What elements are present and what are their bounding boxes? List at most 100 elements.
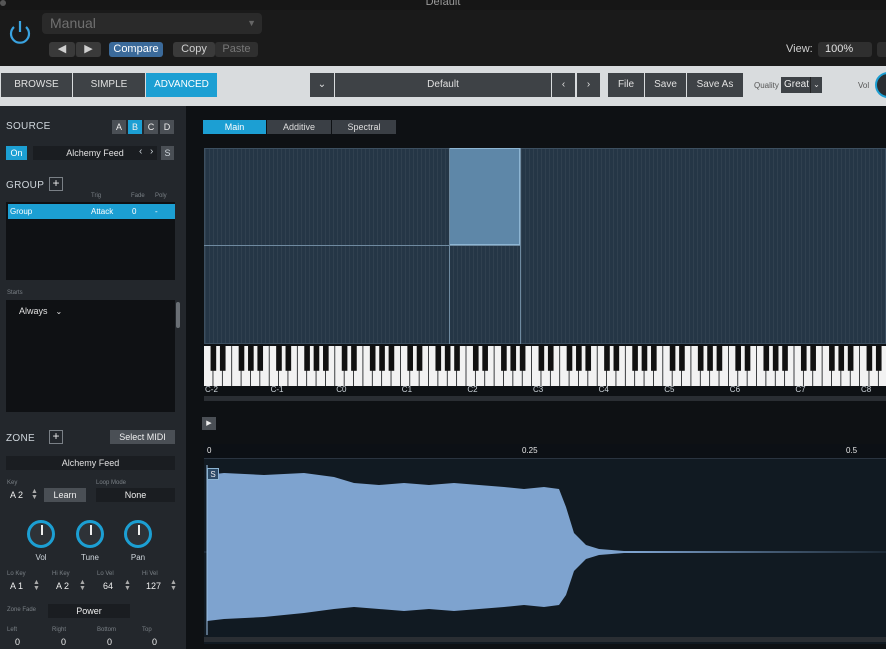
preset-menu-button[interactable]: ⌄ bbox=[310, 73, 334, 97]
black-key[interactable] bbox=[257, 346, 264, 371]
black-key[interactable] bbox=[651, 346, 657, 371]
black-key[interactable] bbox=[519, 346, 526, 371]
vol-knob[interactable] bbox=[27, 520, 55, 548]
source-slot-d[interactable]: D bbox=[160, 120, 174, 134]
key-field[interactable]: A 2 bbox=[10, 488, 23, 502]
add-zone-button[interactable]: + bbox=[49, 430, 63, 444]
left-field[interactable]: 0 bbox=[15, 635, 20, 649]
top-field[interactable]: 0 bbox=[152, 635, 157, 649]
black-key[interactable] bbox=[248, 346, 254, 371]
lo-vel-field[interactable]: 64 bbox=[103, 579, 113, 593]
black-key[interactable] bbox=[875, 346, 882, 371]
black-key[interactable] bbox=[800, 346, 807, 371]
black-key[interactable] bbox=[641, 346, 648, 371]
loop-mode-select[interactable]: None bbox=[96, 488, 175, 502]
preset-name-display[interactable]: Default bbox=[335, 73, 551, 97]
source-slot-a[interactable]: A bbox=[112, 120, 126, 134]
tab-additive[interactable]: Additive bbox=[267, 120, 331, 134]
browse-button[interactable]: BROWSE bbox=[1, 73, 72, 97]
source-s-button[interactable]: S bbox=[161, 146, 174, 160]
black-key[interactable] bbox=[416, 346, 423, 371]
black-key[interactable] bbox=[379, 346, 385, 371]
black-key[interactable] bbox=[210, 346, 217, 371]
tune-knob[interactable] bbox=[76, 520, 104, 548]
pan-knob[interactable] bbox=[124, 520, 152, 548]
source-slot-c[interactable]: C bbox=[144, 120, 158, 134]
compare-button[interactable]: Compare bbox=[109, 42, 163, 57]
hi-key-field[interactable]: A 2 bbox=[56, 579, 69, 593]
black-key[interactable] bbox=[341, 346, 348, 371]
add-group-button[interactable]: + bbox=[49, 177, 63, 191]
keyboard-scrollbar[interactable] bbox=[204, 396, 886, 401]
black-key[interactable] bbox=[744, 346, 751, 371]
zone-map[interactable] bbox=[204, 148, 886, 344]
black-key[interactable] bbox=[576, 346, 582, 371]
simple-button[interactable]: SIMPLE bbox=[73, 73, 145, 97]
waveform-scrollbar[interactable] bbox=[204, 637, 886, 642]
black-key[interactable] bbox=[679, 346, 685, 371]
black-key[interactable] bbox=[313, 346, 320, 371]
source-on-toggle[interactable]: On bbox=[6, 146, 27, 160]
stepper-icon[interactable]: ▲ ▼ bbox=[170, 579, 177, 592]
black-key[interactable] bbox=[482, 346, 488, 371]
prev-button[interactable]: ‹ bbox=[552, 73, 575, 97]
black-key[interactable] bbox=[510, 346, 517, 371]
black-key[interactable] bbox=[388, 346, 395, 371]
stepper-icon[interactable]: ▲ ▼ bbox=[33, 579, 40, 592]
next-preset-button[interactable]: ▶ bbox=[75, 42, 101, 57]
black-key[interactable] bbox=[838, 346, 845, 371]
view-zoom-select[interactable]: 100% bbox=[818, 42, 872, 57]
black-key[interactable] bbox=[810, 346, 816, 371]
zone-fade-select[interactable]: Power bbox=[48, 604, 130, 618]
black-key[interactable] bbox=[454, 346, 460, 371]
black-key[interactable] bbox=[369, 346, 376, 371]
black-key[interactable] bbox=[304, 346, 310, 371]
black-key[interactable] bbox=[285, 346, 292, 371]
black-key[interactable] bbox=[763, 346, 770, 371]
black-key[interactable] bbox=[866, 346, 873, 371]
tab-spectral[interactable]: Spectral bbox=[332, 120, 396, 134]
black-key[interactable] bbox=[547, 346, 554, 371]
tab-main[interactable]: Main bbox=[203, 120, 266, 134]
black-key[interactable] bbox=[604, 346, 610, 371]
bottom-field[interactable]: 0 bbox=[107, 635, 112, 649]
black-key[interactable] bbox=[435, 346, 442, 371]
stepper-icon[interactable]: ▲ ▼ bbox=[79, 579, 86, 592]
view-zoom-arrow[interactable] bbox=[877, 42, 886, 57]
copy-button[interactable]: Copy bbox=[173, 42, 215, 57]
black-key[interactable] bbox=[585, 346, 592, 371]
zone-source-select[interactable]: Alchemy Feed bbox=[6, 456, 175, 470]
black-key[interactable] bbox=[716, 346, 723, 371]
piano-keyboard[interactable] bbox=[204, 346, 886, 386]
black-key[interactable] bbox=[276, 346, 282, 371]
chevron-right-icon[interactable]: › bbox=[150, 146, 153, 157]
black-key[interactable] bbox=[697, 346, 704, 371]
sample-start-marker[interactable]: S bbox=[207, 468, 219, 480]
stepper-icon[interactable]: ▲ ▼ bbox=[124, 579, 131, 592]
file-button[interactable]: File bbox=[608, 73, 644, 97]
advanced-button[interactable]: ADVANCED bbox=[146, 73, 217, 97]
black-key[interactable] bbox=[407, 346, 413, 371]
play-button[interactable]: ▶ bbox=[202, 417, 216, 430]
black-key[interactable] bbox=[566, 346, 573, 371]
black-key[interactable] bbox=[632, 346, 638, 371]
learn-button[interactable]: Learn bbox=[44, 488, 86, 502]
black-key[interactable] bbox=[501, 346, 507, 371]
black-key[interactable] bbox=[782, 346, 788, 371]
black-key[interactable] bbox=[613, 346, 620, 371]
black-key[interactable] bbox=[538, 346, 545, 371]
black-key[interactable] bbox=[351, 346, 357, 371]
black-key[interactable] bbox=[323, 346, 329, 371]
power-icon[interactable] bbox=[6, 18, 34, 46]
black-key[interactable] bbox=[772, 346, 779, 371]
chevron-down-icon[interactable]: ⌄ bbox=[810, 77, 822, 93]
save-as-button[interactable]: Save As bbox=[687, 73, 743, 97]
stepper-icon[interactable]: ▲ ▼ bbox=[31, 488, 38, 501]
paste-button[interactable]: Paste bbox=[215, 42, 258, 57]
black-key[interactable] bbox=[829, 346, 835, 371]
black-key[interactable] bbox=[735, 346, 741, 371]
save-button[interactable]: Save bbox=[645, 73, 686, 97]
black-key[interactable] bbox=[669, 346, 676, 371]
group-row[interactable]: Group Attack 0 - bbox=[8, 204, 175, 219]
source-slot-b[interactable]: B bbox=[128, 120, 142, 134]
